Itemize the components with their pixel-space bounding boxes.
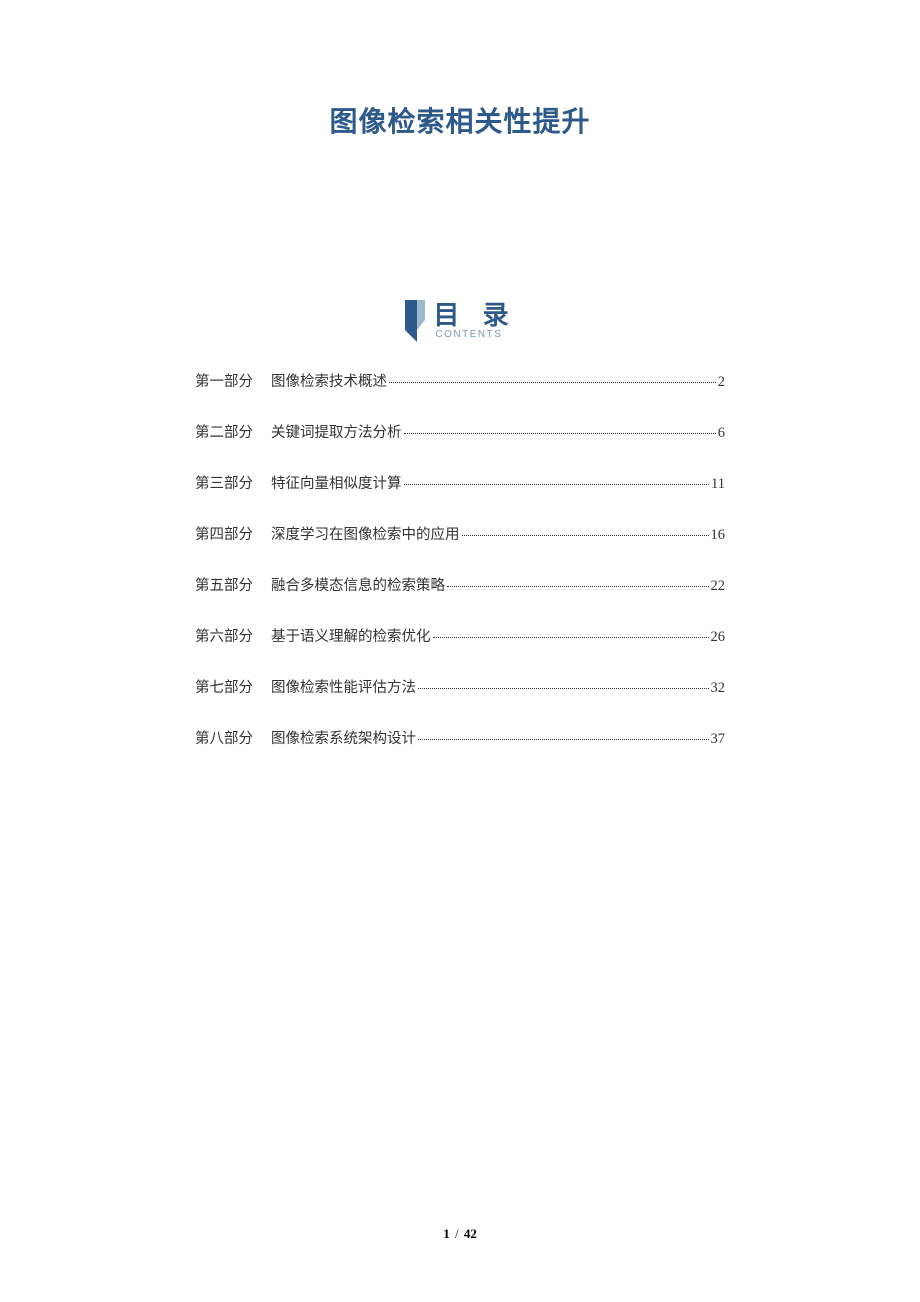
- toc-header: 目 录 CONTENTS: [115, 300, 805, 342]
- toc-title-cn: 目 录: [433, 302, 516, 328]
- document-title: 图像检索相关性提升: [115, 100, 805, 140]
- toc-leader-dots: [418, 739, 709, 740]
- toc-part-label: 第三部分: [195, 472, 253, 493]
- footer-separator: /: [455, 1226, 459, 1241]
- toc-chapter-title: 深度学习在图像检索中的应用: [271, 523, 460, 544]
- toc-chapter-title: 融合多模态信息的检索策略: [271, 574, 445, 595]
- toc-list: 第一部分 图像检索技术概述 2 第二部分 关键词提取方法分析 6 第三部分 特征…: [115, 370, 805, 748]
- footer-total-pages: 42: [464, 1226, 477, 1241]
- toc-row: 第八部分 图像检索系统架构设计 37: [195, 727, 725, 748]
- toc-row: 第二部分 关键词提取方法分析 6: [195, 421, 725, 442]
- toc-row: 第七部分 图像检索性能评估方法 32: [195, 676, 725, 697]
- toc-leader-dots: [433, 637, 709, 638]
- toc-leader-dots: [404, 433, 716, 434]
- toc-row: 第六部分 基于语义理解的检索优化 26: [195, 625, 725, 646]
- toc-part-label: 第五部分: [195, 574, 253, 595]
- toc-leader-dots: [404, 484, 710, 485]
- toc-part-label: 第一部分: [195, 370, 253, 391]
- toc-part-label: 第二部分: [195, 421, 253, 442]
- toc-chapter-title: 特征向量相似度计算: [271, 472, 402, 493]
- toc-title: 目 录 CONTENTS: [433, 302, 516, 340]
- toc-leader-dots: [389, 382, 716, 383]
- footer-current-page: 1: [443, 1226, 450, 1241]
- toc-row: 第四部分 深度学习在图像检索中的应用 16: [195, 523, 725, 544]
- page-footer: 1 / 42: [0, 1226, 920, 1242]
- toc-leader-dots: [447, 586, 709, 587]
- toc-chapter-title: 基于语义理解的检索优化: [271, 625, 431, 646]
- toc-chapter-title: 关键词提取方法分析: [271, 421, 402, 442]
- toc-part-label: 第六部分: [195, 625, 253, 646]
- toc-page-number: 2: [718, 374, 725, 391]
- toc-part-label: 第七部分: [195, 676, 253, 697]
- toc-chapter-title: 图像检索系统架构设计: [271, 727, 416, 748]
- toc-part-label: 第八部分: [195, 727, 253, 748]
- toc-page-number: 16: [711, 527, 726, 544]
- toc-chapter-title: 图像检索性能评估方法: [271, 676, 416, 697]
- toc-chapter-title: 图像检索技术概述: [271, 370, 387, 391]
- toc-page-number: 22: [711, 578, 726, 595]
- toc-page-number: 6: [718, 425, 725, 442]
- toc-leader-dots: [462, 535, 709, 536]
- toc-page-number: 26: [711, 629, 726, 646]
- toc-bookmark-icon: [403, 300, 425, 342]
- toc-part-label: 第四部分: [195, 523, 253, 544]
- toc-title-en: CONTENTS: [435, 330, 502, 340]
- toc-row: 第一部分 图像检索技术概述 2: [195, 370, 725, 391]
- toc-row: 第五部分 融合多模态信息的检索策略 22: [195, 574, 725, 595]
- toc-page-number: 37: [711, 731, 726, 748]
- toc-leader-dots: [418, 688, 709, 689]
- toc-page-number: 11: [711, 476, 725, 493]
- toc-row: 第三部分 特征向量相似度计算 11: [195, 472, 725, 493]
- document-page: 图像检索相关性提升 目 录 CONTENTS 第一部分 图像检索技术概述 2 第…: [0, 0, 920, 748]
- toc-page-number: 32: [711, 680, 726, 697]
